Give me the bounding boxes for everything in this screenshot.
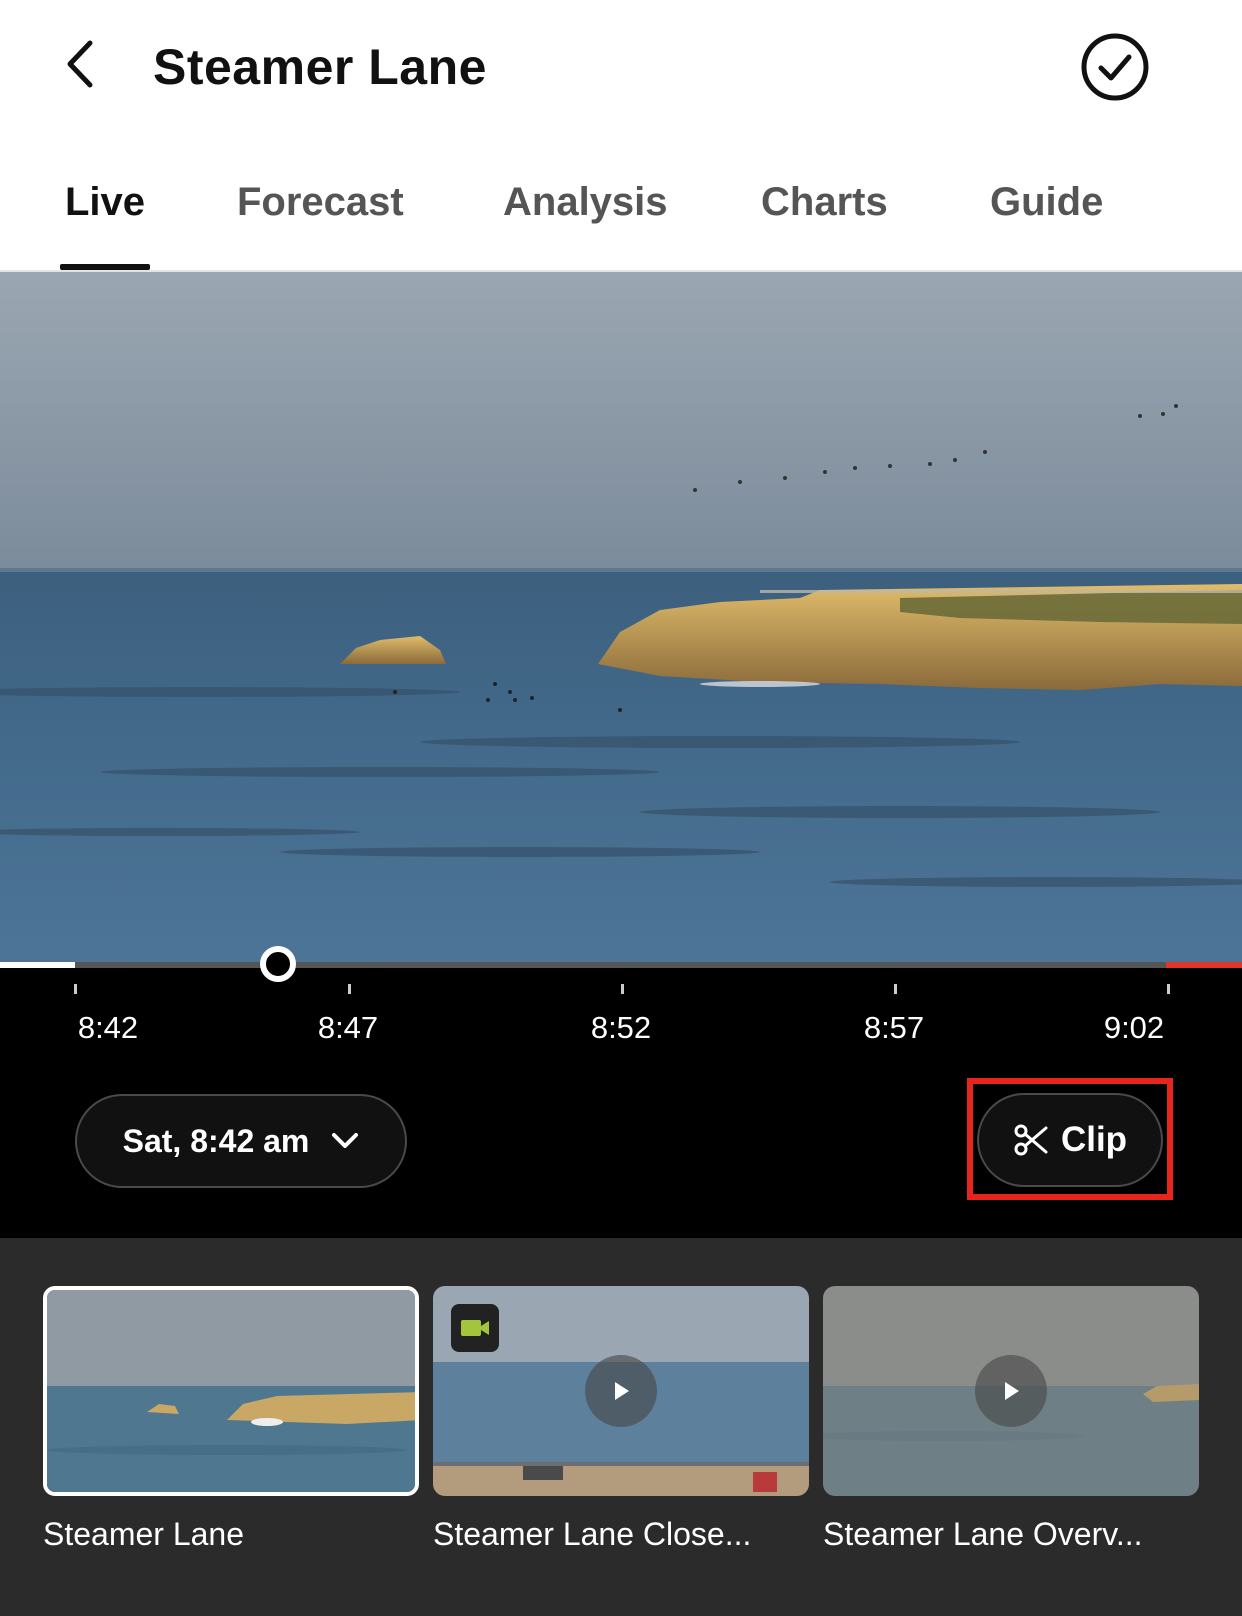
camera-card-steamer-lane-close[interactable]: Steamer Lane Close... [433,1286,809,1553]
favorite-check-button[interactable] [1080,32,1150,102]
camera-label: Steamer Lane Close... [433,1516,752,1552]
play-icon [615,1382,629,1400]
timeline-tick [894,984,897,994]
timeline-tick-label: 8:47 [317,1010,379,1045]
timeline-played [0,962,75,968]
tab-bar: Live Forecast Analysis Charts Guide [0,160,1242,272]
tab-live[interactable]: Live [65,180,145,225]
tab-analysis[interactable]: Analysis [503,180,668,225]
clip-label: Clip [1060,1120,1128,1159]
tab-forecast[interactable]: Forecast [237,180,404,225]
camera-list: Steamer Lane Steamer Lane Close... Steam… [0,1238,1242,1616]
clip-button[interactable]: Clip [977,1093,1163,1187]
camera-thumbnail [433,1286,809,1496]
timeline-scrubber-handle[interactable] [260,946,296,982]
timeline-tick-label: 9:02 [1103,1010,1165,1045]
timeline-tick-label: 8:52 [590,1010,652,1045]
play-icon [1005,1382,1019,1400]
active-tab-indicator [60,264,150,270]
player-controls: 8:42 8:47 8:52 8:57 9:02 Sat, 8:42 am Cl… [0,946,1242,1238]
timeline-live-indicator [1166,962,1242,968]
timeline-track[interactable] [0,962,1242,968]
scissors-icon [1014,1124,1048,1156]
timeline-tick [621,984,624,994]
camera-thumbnail [43,1286,419,1496]
check-circle-icon [1081,33,1149,101]
video-camera-badge [451,1304,499,1352]
camera-thumbnail [823,1286,1199,1496]
camera-label: Steamer Lane Overv... [823,1516,1143,1552]
video-camera-icon [461,1320,489,1336]
timeline-tick-label: 8:42 [77,1010,139,1045]
play-button[interactable] [585,1355,657,1427]
app-header: Steamer Lane [0,0,1242,135]
chevron-down-icon [332,1133,359,1148]
tab-guide[interactable]: Guide [990,180,1103,225]
timeline-tick [74,984,77,994]
timeline-tick [1167,984,1170,994]
camera-label: Steamer Lane [43,1516,245,1552]
camera-card-steamer-lane-overview[interactable]: Steamer Lane Overv... [823,1286,1199,1553]
back-button[interactable] [50,34,110,94]
date-time-select[interactable]: Sat, 8:42 am [75,1094,407,1188]
timeline-tick [348,984,351,994]
tab-charts[interactable]: Charts [761,180,888,225]
date-time-value: Sat, 8:42 am [122,1122,310,1159]
play-button[interactable] [975,1355,1047,1427]
camera-card-steamer-lane[interactable]: Steamer Lane [43,1286,419,1553]
page-title: Steamer Lane [153,39,487,95]
live-cam-video[interactable] [0,272,1242,968]
timeline-tick-label: 8:57 [863,1010,925,1045]
chevron-left-icon [67,40,93,88]
